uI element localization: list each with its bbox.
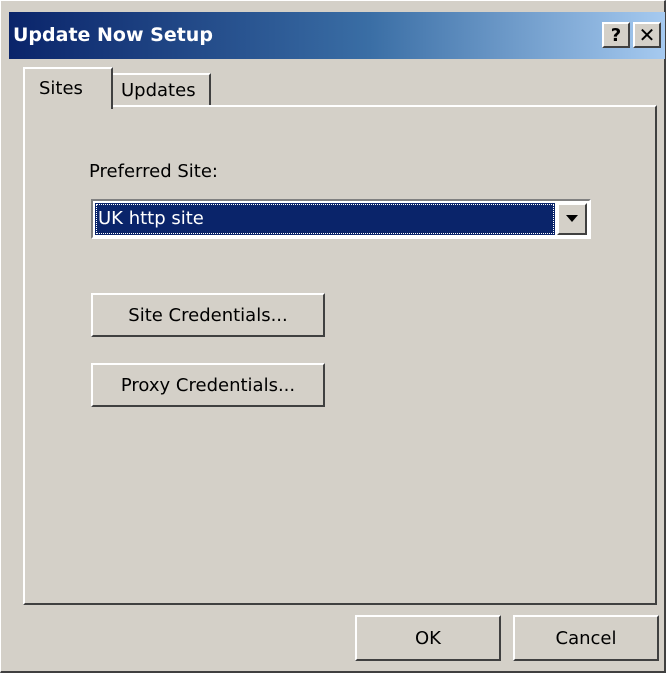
tab-updates-label: Updates: [121, 80, 196, 101]
dialog-window: Update Now Setup ? ✕ Sites Updates Prefe…: [0, 0, 666, 673]
cancel-button[interactable]: Cancel: [513, 615, 659, 661]
tab-updates[interactable]: Updates: [111, 73, 211, 105]
preferred-site-label: Preferred Site:: [89, 161, 218, 182]
site-credentials-button[interactable]: Site Credentials...: [91, 293, 325, 337]
help-icon: ?: [610, 24, 622, 46]
window-title: Update Now Setup: [13, 24, 213, 46]
title-bar[interactable]: Update Now Setup ? ✕: [9, 12, 665, 59]
ok-label: OK: [415, 627, 441, 649]
preferred-site-value[interactable]: UK http site: [95, 203, 555, 235]
close-icon: ✕: [638, 23, 656, 47]
proxy-credentials-label: Proxy Credentials...: [120, 374, 296, 396]
ok-button[interactable]: OK: [355, 615, 501, 661]
close-button[interactable]: ✕: [633, 22, 661, 48]
tab-sites[interactable]: Sites: [23, 67, 113, 109]
tab-sites-label: Sites: [39, 78, 83, 99]
site-credentials-label: Site Credentials...: [128, 304, 288, 326]
chevron-down-icon[interactable]: [557, 203, 587, 235]
preferred-site-select[interactable]: UK http site: [91, 199, 591, 239]
proxy-credentials-button[interactable]: Proxy Credentials...: [91, 363, 325, 407]
cancel-label: Cancel: [555, 627, 617, 649]
help-button[interactable]: ?: [602, 22, 630, 48]
